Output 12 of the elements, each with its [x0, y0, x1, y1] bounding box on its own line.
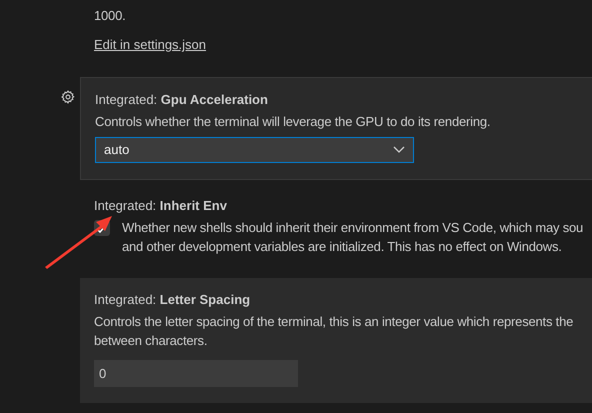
setting-description: Controls the letter spacing of the terminal, this is an integer value which represents the between characters.	[94, 313, 574, 350]
number-input[interactable]: 0	[94, 360, 298, 387]
setting-description: 1000.	[94, 7, 126, 25]
chevron-down-icon	[393, 146, 405, 154]
setting-description: Controls whether the terminal will leverage the GPU to do its rendering.	[95, 113, 490, 131]
edit-json-link[interactable]: Edit in settings.json	[94, 35, 206, 54]
setting-title: Integrated: Letter Spacing	[94, 291, 252, 309]
dropdown[interactable]: auto	[95, 137, 414, 163]
setting-title: Integrated: Gpu Acceleration	[95, 91, 269, 109]
gear-icon[interactable]	[61, 90, 75, 104]
setting-description: Whether new shells should inherit their environment from VS Code, which may sou and other development variables are initialized. This has no effect on Windows.	[122, 219, 584, 256]
setting-title: Integrated: Inherit Env	[94, 197, 228, 215]
